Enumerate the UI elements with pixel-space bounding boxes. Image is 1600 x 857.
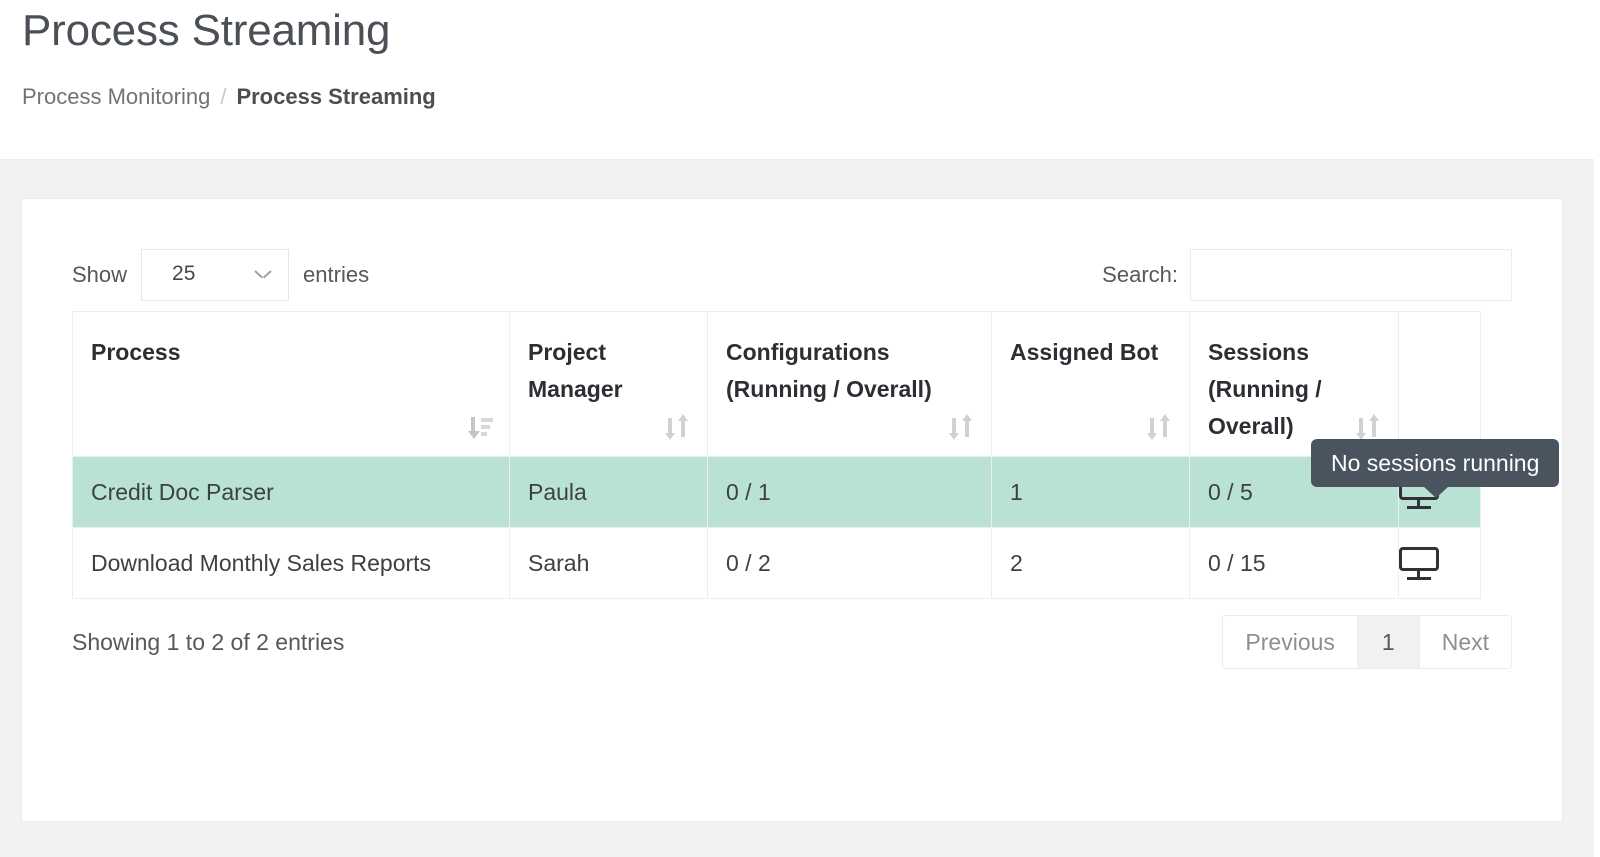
cell-action[interactable] xyxy=(1398,527,1481,599)
cell-assigned-bot: 2 xyxy=(991,527,1190,599)
scrollbar-strip[interactable] xyxy=(1594,0,1600,857)
entries-label: entries xyxy=(303,262,370,287)
column-header-project-manager-label: Project Manager xyxy=(528,339,623,402)
column-header-process-label: Process xyxy=(91,339,181,365)
search-label: Search: xyxy=(1102,262,1178,287)
page-title: Process Streaming xyxy=(22,6,391,55)
sort-both-icon[interactable] xyxy=(664,414,691,442)
breadcrumb-parent-link[interactable]: Process Monitoring xyxy=(22,84,210,110)
sort-both-icon[interactable] xyxy=(948,414,975,442)
pagination-next-button[interactable]: Next xyxy=(1419,616,1511,668)
datatable-wrapper: Process Project Manager Configurations (… xyxy=(72,311,1481,599)
breadcrumb-current: Process Streaming xyxy=(236,84,436,109)
cell-configurations: 0 / 1 xyxy=(707,456,992,528)
datatable-search-control: Search: xyxy=(1102,249,1512,301)
cell-process: Credit Doc Parser xyxy=(72,456,510,528)
tooltip-arrow-icon xyxy=(1423,486,1449,498)
cell-project-manager: Sarah xyxy=(509,527,708,599)
chevron-down-icon xyxy=(256,270,270,278)
pagination-page-1-button[interactable]: 1 xyxy=(1357,616,1420,668)
column-header-project-manager[interactable]: Project Manager xyxy=(509,311,708,457)
tooltip-text: No sessions running xyxy=(1331,450,1540,476)
table-header-row: Process Project Manager Configurations (… xyxy=(72,311,1481,457)
cell-sessions: 0 / 15 xyxy=(1189,527,1399,599)
monitor-icon[interactable] xyxy=(1399,546,1439,580)
cell-project-manager: Paula xyxy=(509,456,708,528)
sort-amount-down-icon[interactable] xyxy=(467,414,493,442)
column-header-assigned-bot-label: Assigned Bot xyxy=(1010,339,1159,365)
column-header-configurations[interactable]: Configurations (Running / Overall) xyxy=(707,311,992,457)
column-header-assigned-bot[interactable]: Assigned Bot xyxy=(991,311,1190,457)
process-streaming-table: Process Project Manager Configurations (… xyxy=(72,311,1481,599)
cell-process: Download Monthly Sales Reports xyxy=(72,527,510,599)
sort-both-icon[interactable] xyxy=(1146,414,1173,442)
cell-assigned-bot: 1 xyxy=(991,456,1190,528)
pagination: Previous 1 Next xyxy=(1222,615,1512,669)
column-header-process[interactable]: Process xyxy=(72,311,510,457)
table-body: Credit Doc Parser Paula 0 / 1 1 0 / 5 Do… xyxy=(72,456,1481,599)
process-streaming-card: Show 25 entries Search: Process Project … xyxy=(21,198,1563,822)
cell-configurations: 0 / 2 xyxy=(707,527,992,599)
pagination-previous-button[interactable]: Previous xyxy=(1223,616,1358,668)
show-label: Show xyxy=(72,262,128,287)
breadcrumb: Process Monitoring / Process Streaming xyxy=(22,84,436,110)
page-body: Show 25 entries Search: Process Project … xyxy=(0,160,1600,857)
datatable-info: Showing 1 to 2 of 2 entries xyxy=(72,629,345,655)
page-length-value: 25 xyxy=(172,262,196,285)
column-header-sessions-label: Sessions (Running / Overall) xyxy=(1208,339,1322,439)
breadcrumb-separator: / xyxy=(220,84,227,109)
table-row[interactable]: Download Monthly Sales Reports Sarah 0 /… xyxy=(72,527,1481,599)
table-row[interactable]: Credit Doc Parser Paula 0 / 1 1 0 / 5 xyxy=(72,456,1481,528)
search-input[interactable] xyxy=(1190,249,1512,301)
column-header-configurations-label: Configurations (Running / Overall) xyxy=(726,339,932,402)
column-header-actions xyxy=(1398,311,1481,457)
table-header: Process Project Manager Configurations (… xyxy=(72,311,1481,457)
tooltip-no-sessions-running: No sessions running xyxy=(1311,439,1560,498)
sort-both-icon[interactable] xyxy=(1355,414,1382,442)
column-header-sessions[interactable]: Sessions (Running / Overall) xyxy=(1189,311,1399,457)
datatable-length-control: Show 25 entries xyxy=(72,249,369,301)
page-header: Process Streaming Process Monitoring / P… xyxy=(0,0,1600,160)
page-length-select[interactable]: 25 xyxy=(141,249,290,301)
